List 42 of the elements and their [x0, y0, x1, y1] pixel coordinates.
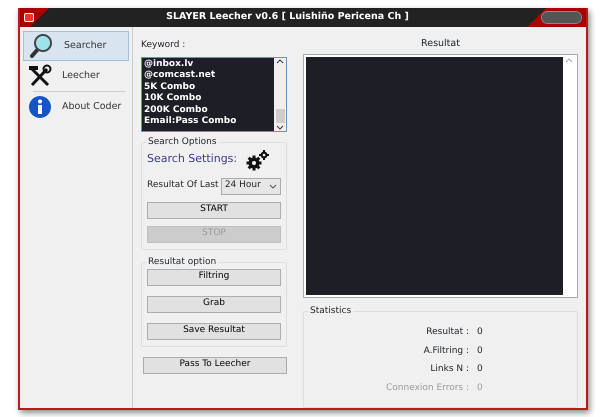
pass-to-leecher-button[interactable]: Pass To Leecher	[143, 356, 287, 374]
keyword-label: Keyword :	[141, 39, 186, 52]
stat-value: 0	[477, 326, 484, 339]
stat-label: Resultat :	[425, 326, 469, 339]
period-label: Resultat Of Last	[147, 179, 219, 192]
list-item[interactable]: 200K Combo	[144, 104, 272, 116]
window-title: SLAYER Leecher v0.6 [ Luishiño Pericena Ch ]	[165, 10, 410, 24]
stat-value: 0	[477, 363, 484, 376]
period-dropdown[interactable]: 24 Hour	[220, 178, 281, 194]
app-icon	[24, 13, 34, 22]
hammer-wrench-icon	[28, 64, 52, 88]
action-button[interactable]: Save Resultat	[147, 322, 281, 340]
info-icon	[28, 95, 52, 119]
list-item[interactable]: Email:Pass Combo	[144, 116, 272, 128]
scroll-thumb[interactable]	[276, 108, 284, 122]
stat-value: 0	[477, 382, 484, 394]
scroll-up-icon[interactable]	[276, 58, 284, 64]
action-button[interactable]: Grab	[147, 296, 281, 312]
result-textarea[interactable]	[303, 54, 578, 298]
gears-icon	[246, 148, 270, 170]
scrollbar[interactable]	[274, 58, 286, 130]
keyword-listbox[interactable]: @inbox.lv @comcast.net 5K Combo 10K Combo 200K Combo Email:Pass Combo	[141, 56, 287, 132]
stat-label: A.Filtring :	[422, 344, 469, 358]
caret-icon	[269, 184, 277, 188]
stat-label: Connexion Errors :	[385, 382, 469, 394]
list-item[interactable]: @inbox.lv	[144, 58, 272, 70]
group-title: Resultat option	[146, 256, 218, 269]
start-button[interactable]: START	[147, 202, 281, 218]
stat-label: Links N :	[429, 363, 469, 376]
stat-value: 0	[477, 344, 484, 358]
settings-label: Search Settings:	[147, 151, 238, 168]
sidebar-item[interactable]: Searcher	[23, 31, 129, 61]
sidebar-item[interactable]: Leecher	[23, 61, 129, 91]
list-item[interactable]: 10K Combo	[144, 93, 272, 104]
magnifier-icon	[28, 33, 54, 59]
group-title: Search Options	[146, 136, 219, 149]
scroll-down-icon[interactable]	[276, 124, 284, 130]
list-item[interactable]: @comcast.net	[144, 70, 272, 82]
list-item[interactable]: 5K Combo	[144, 82, 272, 93]
action-button[interactable]: Filtring	[147, 268, 281, 286]
sidebar-item[interactable]: About Coder	[23, 92, 129, 122]
resultat-label: Resultat	[420, 37, 461, 51]
